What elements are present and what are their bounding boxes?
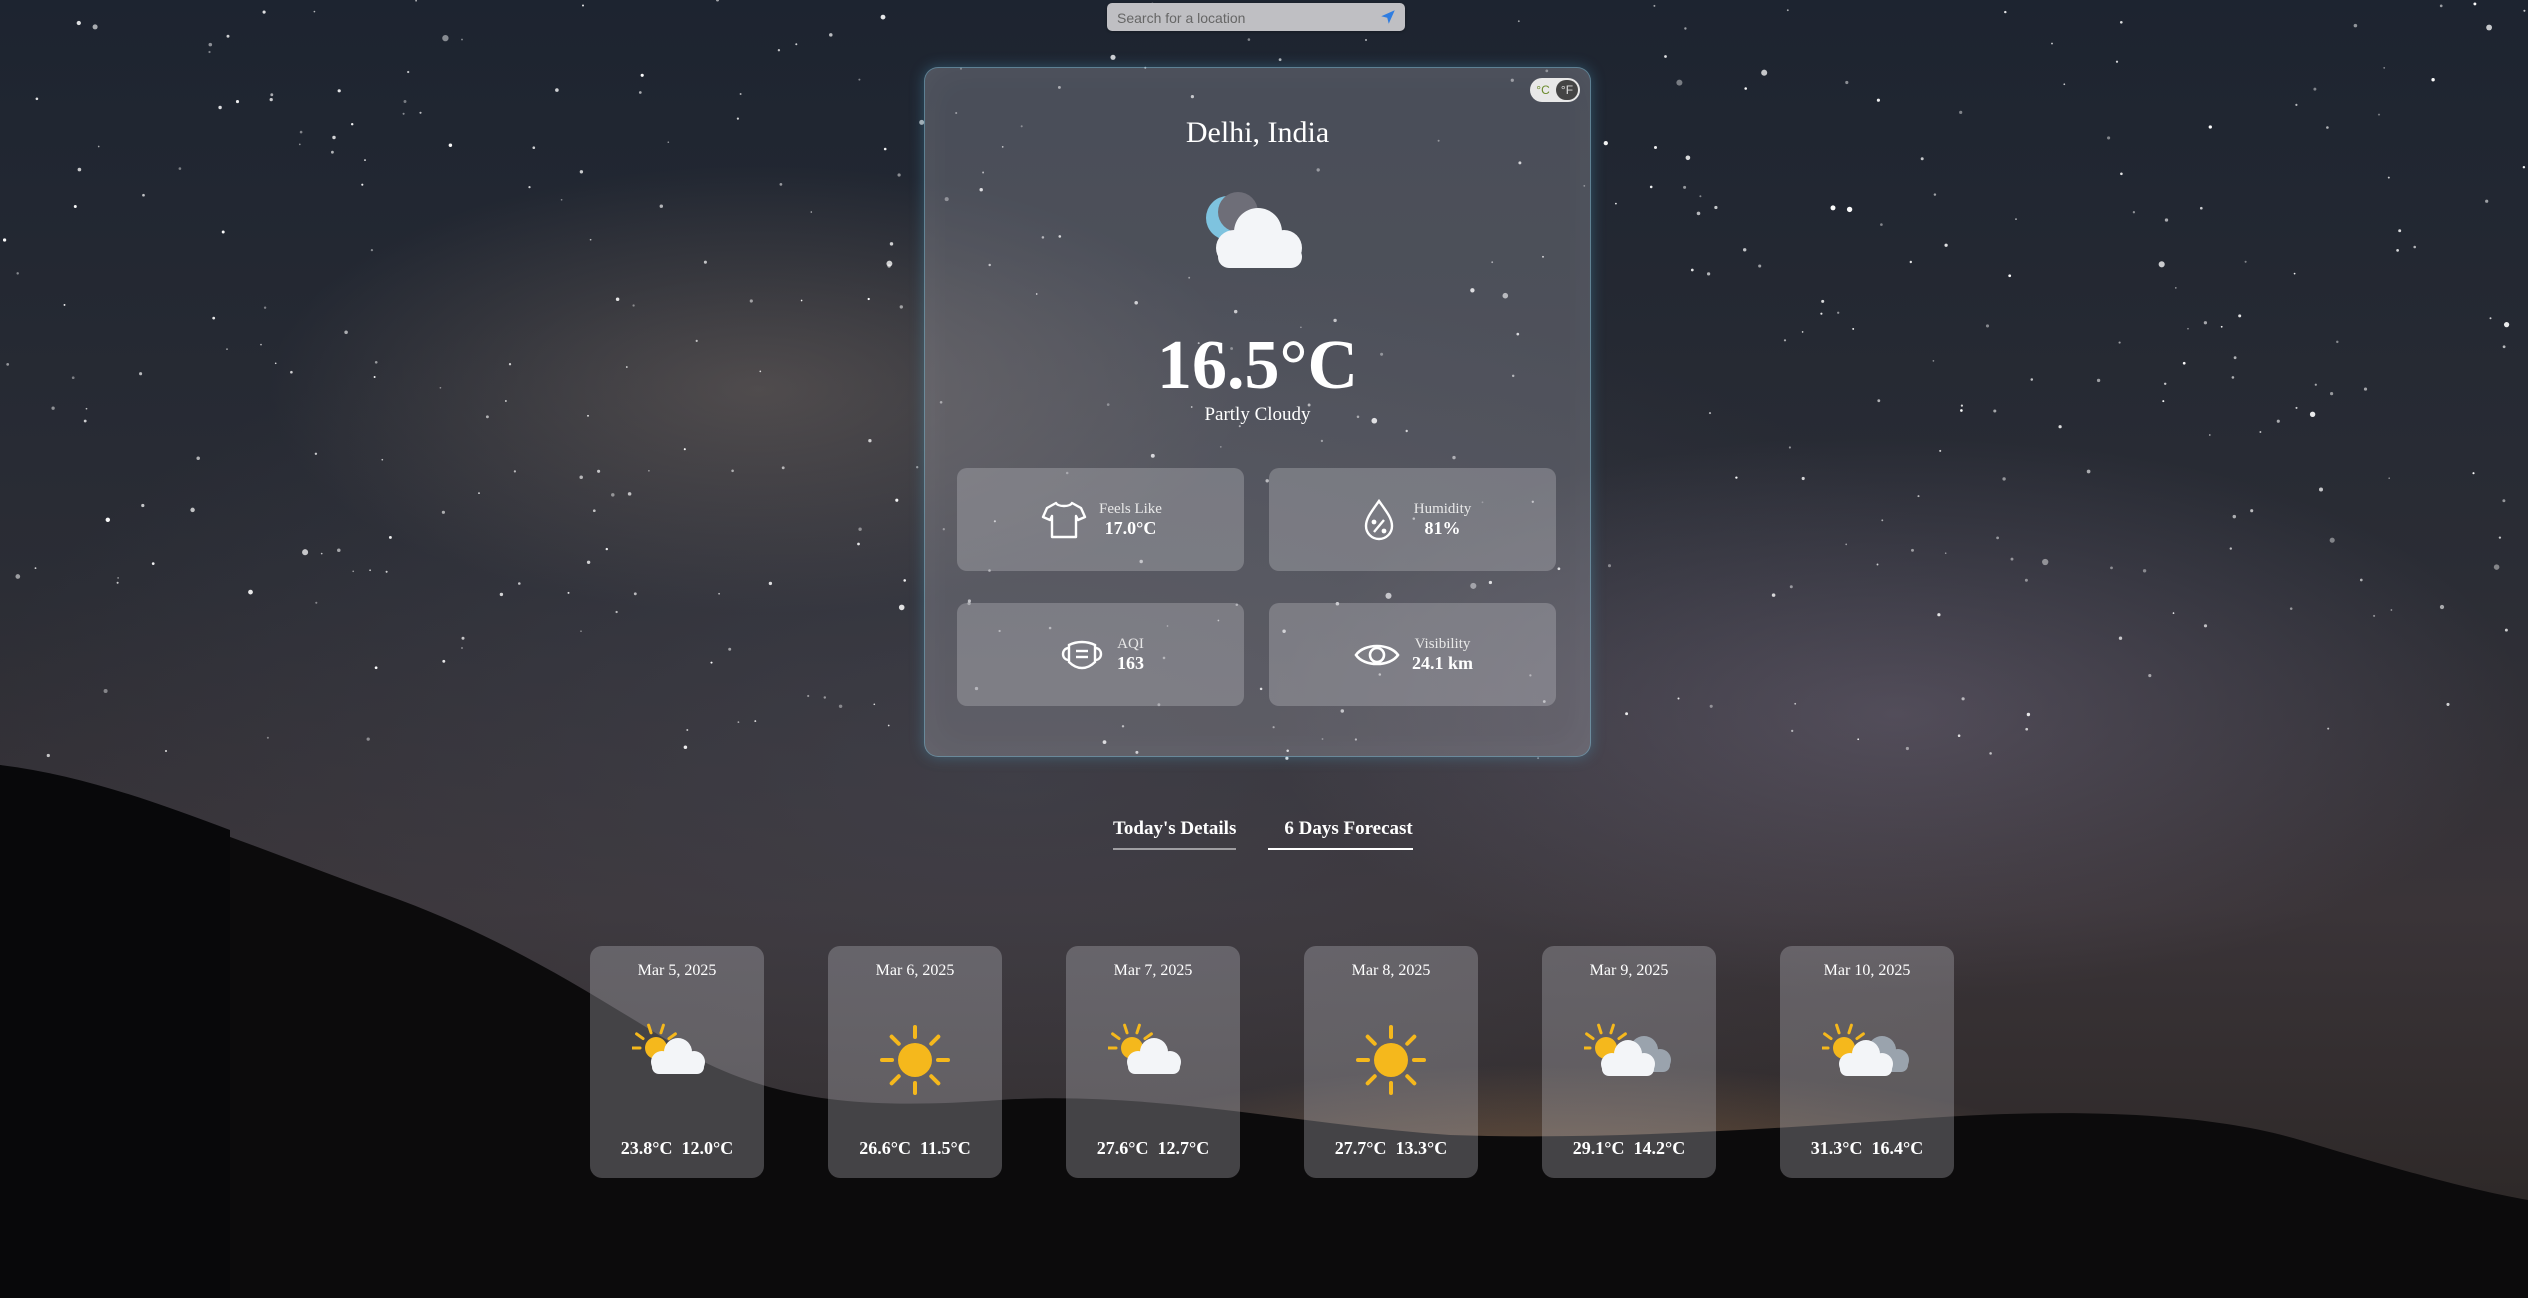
forecast-card: Mar 8, 2025 27.7°C 13.3°C xyxy=(1304,946,1478,1178)
moon-cloud-icon xyxy=(1206,192,1302,268)
shirt-icon xyxy=(1041,501,1087,538)
current-temperature: 16.5°C xyxy=(1156,327,1359,404)
location-arrow-icon[interactable] xyxy=(1379,8,1397,26)
forecast-temps: 23.8°C 12.0°C xyxy=(590,1138,764,1159)
aqi-label: AQI xyxy=(1117,635,1144,652)
sun-clouds-icon xyxy=(1584,1023,1671,1076)
forecast-high: 27.6°C xyxy=(1096,1138,1149,1158)
search-bar[interactable] xyxy=(1107,3,1405,31)
forecast-temps: 31.3°C 16.4°C xyxy=(1780,1138,1954,1159)
sun-cloud-icon xyxy=(632,1023,705,1074)
forecast-card: Mar 9, 2025 29.1°C 14.2°C xyxy=(1542,946,1716,1178)
aqi-tile: AQI 163 xyxy=(957,603,1244,706)
humidity-drop-icon xyxy=(1364,498,1393,540)
feels-like-tile: Feels Like 17.0°C xyxy=(957,468,1244,571)
tab-6-days-forecast[interactable]: 6 Days Forecast xyxy=(1268,818,1413,850)
forecast-card: Mar 6, 2025 26.6°C 11.5°C xyxy=(828,946,1002,1178)
forecast-low: 16.4°C xyxy=(1871,1138,1924,1158)
forecast-low: 13.3°C xyxy=(1395,1138,1448,1158)
forecast-date: Mar 6, 2025 xyxy=(875,962,955,979)
eye-icon xyxy=(1354,644,1400,665)
forecast-high: 31.3°C xyxy=(1810,1138,1863,1158)
forecast-temps: 26.6°C 11.5°C xyxy=(828,1138,1002,1159)
tab-todays-details[interactable]: Today's Details xyxy=(1113,818,1237,850)
forecast-date: Mar 5, 2025 xyxy=(637,962,717,979)
fahrenheit-option[interactable]: °F xyxy=(1556,80,1578,100)
forecast-card: Mar 10, 2025 31.3°C 16.4°C xyxy=(1780,946,1954,1178)
search-input[interactable] xyxy=(1115,7,1369,29)
forecast-date: Mar 7, 2025 xyxy=(1113,962,1193,979)
forecast-high: 23.8°C xyxy=(620,1138,673,1158)
sun-clouds-icon xyxy=(1822,1023,1909,1076)
forecast-high: 27.7°C xyxy=(1334,1138,1387,1158)
location-title: Delhi, India xyxy=(1185,116,1330,149)
forecast-card: Mar 7, 2025 27.6°C 12.7°C xyxy=(1066,946,1240,1178)
aqi-value: 163 xyxy=(1117,652,1144,673)
visibility-label: Visibility xyxy=(1414,635,1471,652)
forecast-temps: 27.7°C 13.3°C xyxy=(1304,1138,1478,1159)
humidity-label: Humidity xyxy=(1413,500,1472,517)
forecast-low: 11.5°C xyxy=(919,1138,971,1158)
feels-like-label: Feels Like xyxy=(1099,500,1162,517)
forecast-high: 29.1°C xyxy=(1572,1138,1625,1158)
sun-icon xyxy=(1356,1025,1426,1095)
mask-icon xyxy=(1061,640,1103,669)
humidity-value: 81% xyxy=(1424,517,1461,538)
visibility-value: 24.1 km xyxy=(1411,652,1473,673)
humidity-tile: Humidity 81% xyxy=(1269,468,1556,571)
weather-condition: Partly Cloudy xyxy=(1204,404,1311,425)
forecast-low: 12.7°C xyxy=(1157,1138,1210,1158)
section-tabs: Today's Details 6 Days Forecast xyxy=(1113,818,1413,850)
current-weather-card: °C °F Delhi, India 16.5°C Partly Cloudy … xyxy=(924,67,1591,757)
forecast-date: Mar 9, 2025 xyxy=(1589,962,1669,979)
forecast-low: 14.2°C xyxy=(1633,1138,1686,1158)
sun-icon xyxy=(880,1025,950,1095)
forecast-date: Mar 10, 2025 xyxy=(1823,962,1911,979)
feels-like-value: 17.0°C xyxy=(1104,517,1157,538)
forecast-high: 26.6°C xyxy=(859,1138,911,1158)
unit-toggle[interactable]: °C °F xyxy=(1530,78,1580,102)
celsius-option[interactable]: °C xyxy=(1532,80,1554,100)
forecast-card: Mar 5, 2025 23.8°C 12.0°C xyxy=(590,946,764,1178)
forecast-temps: 29.1°C 14.2°C xyxy=(1542,1138,1716,1159)
forecast-date: Mar 8, 2025 xyxy=(1351,962,1431,979)
visibility-tile: Visibility 24.1 km xyxy=(1269,603,1556,706)
forecast-low: 12.0°C xyxy=(681,1138,734,1158)
sun-cloud-icon xyxy=(1108,1023,1181,1074)
forecast-temps: 27.6°C 12.7°C xyxy=(1066,1138,1240,1159)
